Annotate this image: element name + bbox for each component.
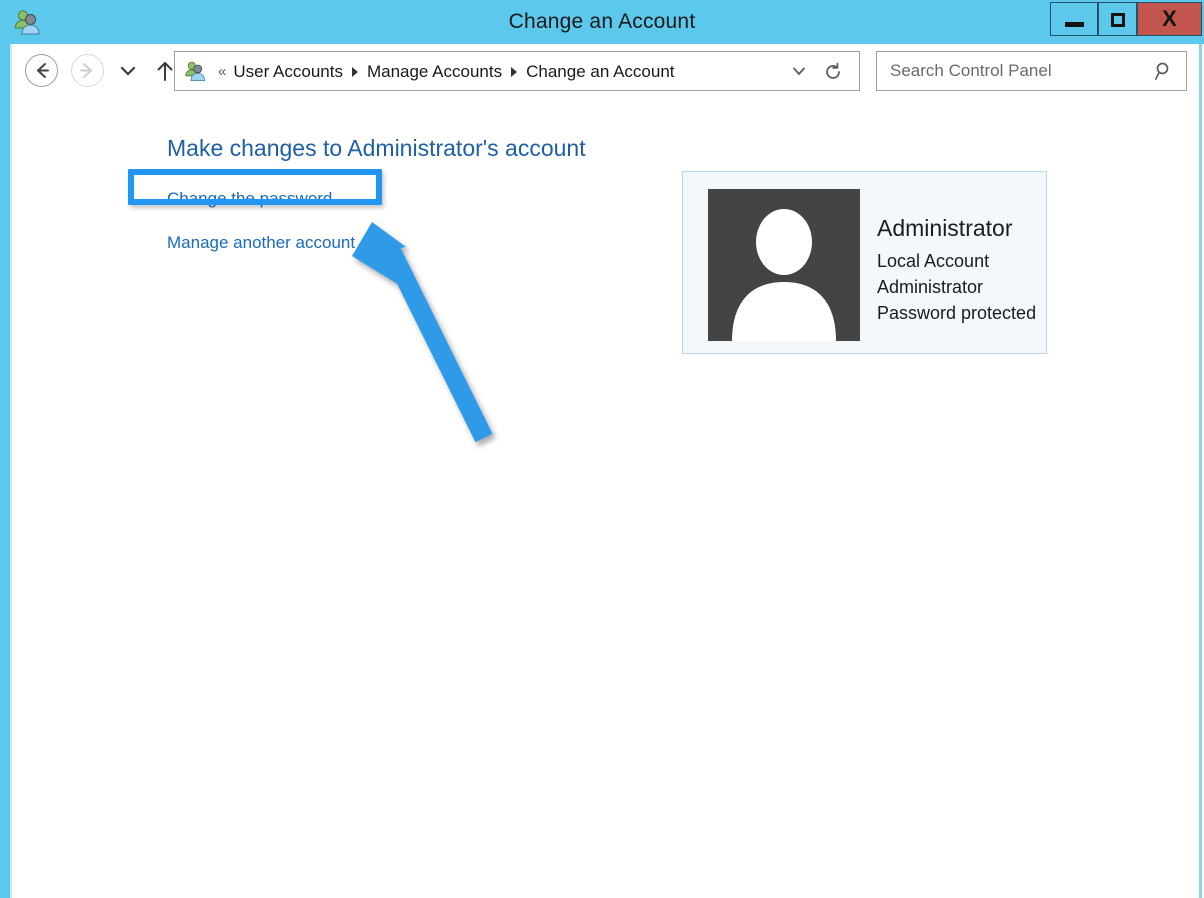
avatar [708, 189, 860, 341]
account-summary-panel: Administrator Local Account Administrato… [682, 171, 1047, 354]
search-placeholder: Search Control Panel [890, 52, 1052, 90]
breadcrumb: «User Accounts Manage Accounts Change an A… [215, 52, 675, 90]
back-button[interactable] [25, 54, 58, 87]
up-one-level-button[interactable] [154, 59, 176, 83]
refresh-icon[interactable] [823, 62, 843, 82]
manage-another-account-link[interactable]: Manage another account [167, 233, 355, 253]
search-input[interactable]: Search Control Panel [876, 51, 1187, 91]
forward-button [71, 54, 104, 87]
close-icon: X [1138, 3, 1201, 35]
window-title: Change an Account [0, 0, 1204, 44]
page-title: Make changes to Administrator's account [167, 135, 586, 162]
content-area: Make changes to Administrator's account … [12, 102, 1199, 898]
breadcrumb-separator-icon[interactable] [511, 67, 517, 77]
account-role: Administrator [877, 277, 983, 298]
account-password-status: Password protected [877, 303, 1036, 324]
account-type-local: Local Account [877, 251, 989, 272]
account-name: Administrator [877, 215, 1012, 242]
minimize-icon [1065, 22, 1084, 27]
breadcrumb-item-user-accounts[interactable]: User Accounts [233, 53, 343, 91]
recent-pages-dropdown-icon[interactable] [120, 64, 136, 78]
control-panel-window: Change an Account X [0, 0, 1204, 898]
search-icon[interactable] [1154, 61, 1174, 81]
maximize-button[interactable] [1098, 2, 1137, 36]
highlight-annotation [128, 169, 382, 205]
address-bar[interactable]: «User Accounts Manage Accounts Change an A… [174, 51, 860, 91]
navigation-bar: «User Accounts Manage Accounts Change an A… [12, 46, 1199, 102]
window-left-border [0, 0, 10, 898]
breadcrumb-user-accounts-icon [183, 59, 207, 83]
maximize-icon [1111, 13, 1125, 27]
breadcrumb-item-change-an-account[interactable]: Change an Account [526, 53, 674, 91]
minimize-button[interactable] [1050, 2, 1098, 36]
breadcrumb-overflow-icon[interactable]: « [218, 53, 226, 91]
chevron-down-icon[interactable] [791, 64, 807, 78]
breadcrumb-separator-icon[interactable] [352, 67, 358, 77]
close-button[interactable]: X [1137, 2, 1202, 36]
title-bar: Change an Account X [0, 0, 1204, 44]
breadcrumb-item-manage-accounts[interactable]: Manage Accounts [367, 53, 502, 91]
